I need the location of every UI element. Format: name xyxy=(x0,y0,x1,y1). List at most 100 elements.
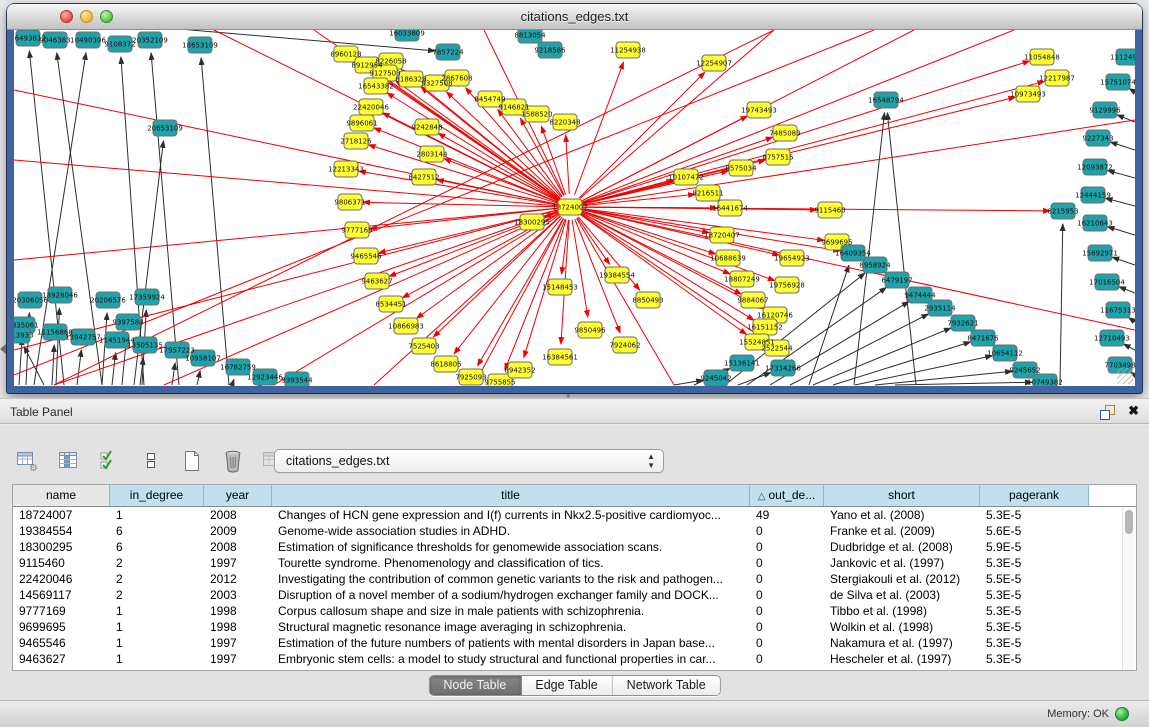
table-cell[interactable]: 0 xyxy=(750,523,824,539)
table-cell[interactable]: 2003 xyxy=(204,587,272,603)
float-panel-icon[interactable] xyxy=(1099,404,1116,421)
minimize-window-icon[interactable] xyxy=(80,10,93,23)
table-cell[interactable]: 9115460 xyxy=(13,555,110,571)
table-row[interactable]: 977716911998Corpus callosum shape and si… xyxy=(13,603,1136,619)
table-cell[interactable]: 5.6E-5 xyxy=(980,523,1089,539)
table-cell[interactable]: 0 xyxy=(750,587,824,603)
table-cell[interactable]: Dudbridge et al. (2008) xyxy=(824,539,980,555)
table-cell[interactable]: 2008 xyxy=(204,507,272,523)
table-cell[interactable]: Genome-wide association studies in ADHD. xyxy=(272,523,750,539)
table-cell[interactable]: 19384554 xyxy=(13,523,110,539)
tab-edge-table[interactable]: Edge Table xyxy=(521,676,612,695)
table-cell[interactable]: Nakamura et al. (1997) xyxy=(824,635,980,651)
table-row[interactable]: 946554611997Estimation of the future num… xyxy=(13,635,1136,651)
table-cell[interactable]: 1 xyxy=(110,507,204,523)
table-cell[interactable]: 49 xyxy=(750,507,824,523)
table-row[interactable]: 1872400712008Changes of HCN gene express… xyxy=(13,507,1136,523)
table-cell[interactable]: 1 xyxy=(110,635,204,651)
table-cell[interactable]: de Silva et al. (2003) xyxy=(824,587,980,603)
column-header-in_degree[interactable]: in_degree xyxy=(110,485,204,506)
column-header-year[interactable]: year xyxy=(204,485,272,506)
table-cell[interactable]: 5.3E-5 xyxy=(980,603,1089,619)
table-cell[interactable]: Corpus callosum shape and size in male p… xyxy=(272,603,750,619)
table-cell[interactable]: 1 xyxy=(110,603,204,619)
delete-button[interactable] xyxy=(219,449,247,475)
table-row[interactable]: 1938455462009Genome-wide association stu… xyxy=(13,523,1136,539)
table-cell[interactable]: Embryonic stem cells: a model to study s… xyxy=(272,651,750,667)
table-cell[interactable]: 18300295 xyxy=(13,539,110,555)
table-cell[interactable]: 2012 xyxy=(204,571,272,587)
table-cell[interactable]: 0 xyxy=(750,539,824,555)
table-cell[interactable]: Investigating the contribution of common… xyxy=(272,571,750,587)
table-cell[interactable]: 9777169 xyxy=(13,603,110,619)
table-cell[interactable]: 0 xyxy=(750,619,824,635)
column-header-name[interactable]: name xyxy=(13,485,110,506)
table-cell[interactable]: Disruption of a novel member of a sodium… xyxy=(272,587,750,603)
table-cell[interactable]: 1998 xyxy=(204,603,272,619)
rows-button[interactable] xyxy=(137,449,165,475)
table-cell[interactable]: 0 xyxy=(750,651,824,667)
table-scrollbar[interactable] xyxy=(1122,508,1135,670)
table-cell[interactable]: Wolkin et al. (1998) xyxy=(824,619,980,635)
table-cell[interactable]: 6 xyxy=(110,523,204,539)
table-cell[interactable]: Stergiakouli et al. (2012) xyxy=(824,571,980,587)
table-cell[interactable]: 5.3E-5 xyxy=(980,555,1089,571)
table-cell[interactable]: 2008 xyxy=(204,539,272,555)
table-row[interactable]: 1830029562008Estimation of significance … xyxy=(13,539,1136,555)
table-row[interactable]: 911546021997Tourette syndrome. Phenomeno… xyxy=(13,555,1136,571)
table-cell[interactable]: 5.3E-5 xyxy=(980,619,1089,635)
table-cell[interactable]: 18724007 xyxy=(13,507,110,523)
table-cell[interactable]: 6 xyxy=(110,539,204,555)
table-cell[interactable]: Franke et al. (2009) xyxy=(824,523,980,539)
table-cell[interactable]: 1 xyxy=(110,651,204,667)
table-cell[interactable]: 1 xyxy=(110,619,204,635)
table-cell[interactable]: 0 xyxy=(750,571,824,587)
table-cell[interactable]: 1997 xyxy=(204,651,272,667)
network-window-titlebar[interactable]: citations_edges.txt xyxy=(7,4,1142,30)
table-row[interactable]: 2242004622012Investigating the contribut… xyxy=(13,571,1136,587)
table-cell[interactable]: 2 xyxy=(110,571,204,587)
maximize-window-icon[interactable] xyxy=(100,10,113,23)
table-cell[interactable]: Structural magnetic resonance image aver… xyxy=(272,619,750,635)
panel-collapse-arrow-icon[interactable] xyxy=(0,344,6,354)
table-cell[interactable]: Tourette syndrome. Phenomenology and cla… xyxy=(272,555,750,571)
table-cell[interactable]: 9699695 xyxy=(13,619,110,635)
table-cell[interactable]: 1997 xyxy=(204,635,272,651)
table-cell[interactable]: Yano et al. (2008) xyxy=(824,507,980,523)
table-row[interactable]: 969969511998Structural magnetic resonanc… xyxy=(13,619,1136,635)
table-cell[interactable]: Estimation of the future numbers of pati… xyxy=(272,635,750,651)
table-cell[interactable]: 1997 xyxy=(204,555,272,571)
column-header-out_de[interactable]: △out_de... xyxy=(750,485,824,506)
table-cell[interactable]: Hescheler et al. (1997) xyxy=(824,651,980,667)
table-cell[interactable]: 9465546 xyxy=(13,635,110,651)
tab-network-table[interactable]: Network Table xyxy=(613,676,720,695)
table-cell[interactable]: 5.3E-5 xyxy=(980,587,1089,603)
table-cell[interactable]: 0 xyxy=(750,555,824,571)
table-scrollbar-thumb[interactable] xyxy=(1125,510,1133,534)
column-visibility-button[interactable] xyxy=(55,449,83,475)
column-header-short[interactable]: short xyxy=(824,485,980,506)
table-cell[interactable]: Changes of HCN gene expression and I(f) … xyxy=(272,507,750,523)
table-cell[interactable]: 22420046 xyxy=(13,571,110,587)
new-file-button[interactable] xyxy=(178,449,206,475)
select-attributes-button[interactable] xyxy=(96,449,124,475)
table-cell[interactable]: Jankovic et al. (1997) xyxy=(824,555,980,571)
table-cell[interactable]: 14569117 xyxy=(13,587,110,603)
table-cell[interactable]: 5.5E-5 xyxy=(980,571,1089,587)
table-cell[interactable]: 2 xyxy=(110,555,204,571)
table-cell[interactable]: 0 xyxy=(750,635,824,651)
close-panel-icon[interactable]: ✖ xyxy=(1128,403,1139,419)
network-canvas[interactable]: 1872400789601288912954822605891275031654… xyxy=(14,30,1135,386)
table-cell[interactable]: 0 xyxy=(750,603,824,619)
table-cell[interactable]: 2009 xyxy=(204,523,272,539)
table-cell[interactable]: 1998 xyxy=(204,619,272,635)
table-cell[interactable]: Estimation of significance thresholds fo… xyxy=(272,539,750,555)
table-cell[interactable]: 5.3E-5 xyxy=(980,635,1089,651)
table-row[interactable]: 1456911722003Disruption of a novel membe… xyxy=(13,587,1136,603)
table-row[interactable]: 946362711997Embryonic stem cells: a mode… xyxy=(13,651,1136,667)
close-window-icon[interactable] xyxy=(60,10,73,23)
column-header-title[interactable]: title xyxy=(272,485,750,506)
table-cell[interactable]: Tibbo et al. (1998) xyxy=(824,603,980,619)
tab-node-table[interactable]: Node Table xyxy=(429,676,521,695)
window-resize-grip[interactable] xyxy=(1117,368,1133,384)
